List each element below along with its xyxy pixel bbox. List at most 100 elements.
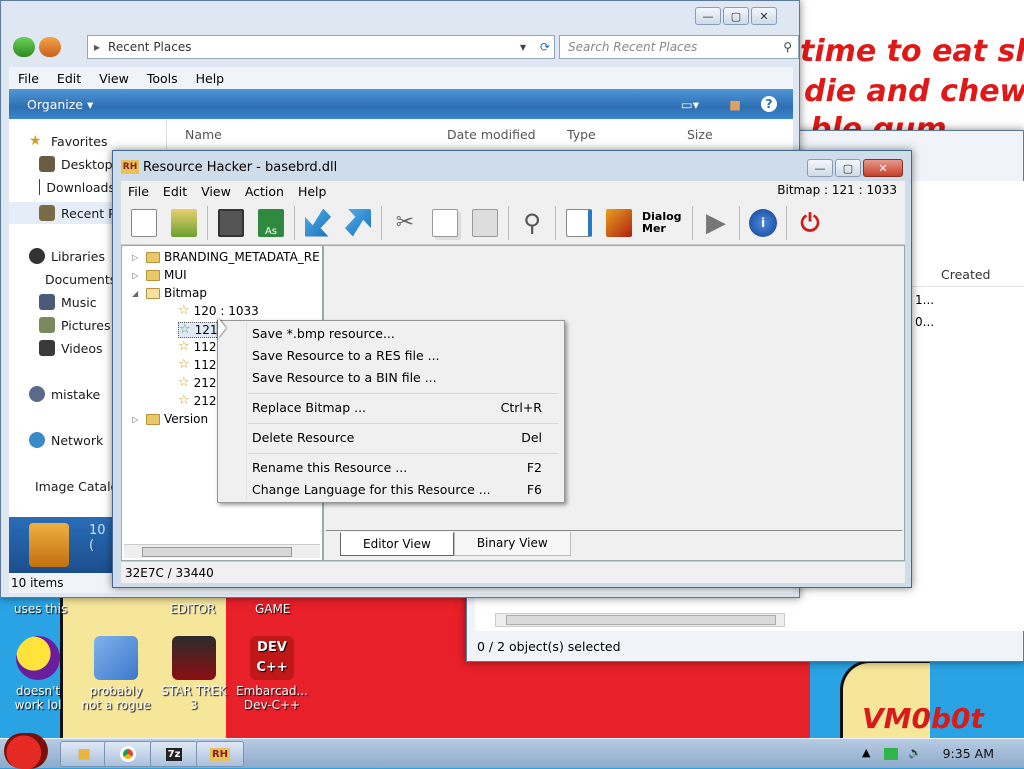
minimize-button[interactable]: — (807, 159, 833, 177)
paste-icon[interactable] (468, 206, 502, 240)
menu-item-save-bmp[interactable]: Save *.bmp resource... (252, 326, 552, 341)
tab-editor-view[interactable]: Editor View (340, 532, 454, 556)
maximize-button[interactable]: ▢ (723, 7, 749, 25)
taskbar-7zip-button[interactable]: 7z (150, 741, 198, 767)
add-image-icon[interactable] (602, 206, 636, 240)
nav-music[interactable]: Music (39, 294, 97, 310)
taskbar-chrome-button[interactable] (104, 741, 152, 767)
tree-item-bitmap[interactable]: ☆ 112 (178, 340, 217, 354)
info-icon[interactable]: i (746, 206, 780, 240)
forward-arrow-icon[interactable] (39, 37, 61, 57)
menu-file[interactable]: File (9, 71, 48, 86)
nav-mistake[interactable]: mistake (29, 386, 100, 402)
tree-node-version[interactable]: ▷ Version (132, 412, 208, 426)
tree-item-bitmap[interactable]: ☆ 120 : 1033 (178, 304, 259, 318)
clock[interactable]: 9:35 AM (943, 746, 994, 761)
column-date-modified[interactable]: Date modified (447, 119, 536, 149)
tree-node-mui[interactable]: ▷ MUI (132, 268, 187, 282)
details-count: 10 ( (89, 523, 106, 553)
minimize-button[interactable]: — (695, 7, 721, 25)
copy-icon[interactable] (428, 206, 462, 240)
preview-pane-icon[interactable]: ■ (729, 97, 741, 112)
desktop-label-game: GAME (255, 602, 291, 616)
horizontal-scrollbar[interactable] (495, 613, 785, 627)
forward-arrow-icon[interactable] (341, 206, 375, 240)
menu-tools[interactable]: Tools (138, 71, 187, 86)
back-arrow-icon[interactable] (301, 206, 335, 240)
help-icon[interactable]: ? (761, 96, 777, 112)
open-file-icon[interactable] (167, 206, 201, 240)
nav-network[interactable]: Network (29, 432, 103, 448)
menu-item-replace-bitmap[interactable]: Replace Bitmap ... Ctrl+R (252, 400, 552, 415)
new-file-icon[interactable] (127, 206, 161, 240)
desktop-icon-star-trek[interactable]: STAR TREK 3 (158, 636, 230, 712)
scrollbar-thumb[interactable] (142, 547, 292, 557)
add-resource-icon[interactable] (562, 206, 596, 240)
desktop-icon-devcpp[interactable]: DEV C++ Embarcad... Dev-C++ (236, 636, 308, 712)
menu-action[interactable]: Action (238, 184, 291, 199)
chevron-down-icon[interactable]: ▾ (520, 40, 526, 54)
nav-documents[interactable]: Documents (39, 271, 115, 287)
expand-arrow-icon[interactable]: ▷ (132, 271, 142, 280)
tree-horizontal-scrollbar[interactable] (124, 544, 320, 558)
back-arrow-icon[interactable] (13, 37, 35, 57)
save-as-icon[interactable]: As (254, 206, 288, 240)
organize-button[interactable]: Organize ▾ (27, 97, 93, 112)
menu-view[interactable]: View (194, 184, 238, 199)
run-script-icon[interactable]: ▶ (699, 206, 733, 240)
tree-node-bitmap[interactable]: ◢ Bitmap (132, 286, 207, 300)
column-created[interactable]: Created (941, 267, 990, 282)
expand-arrow-icon[interactable]: ▷ (132, 253, 142, 262)
save-icon[interactable] (214, 206, 248, 240)
close-button[interactable]: ✕ (751, 7, 777, 25)
expand-arrow-icon[interactable]: ▷ (132, 415, 142, 424)
volume-icon[interactable]: 🔊 (908, 746, 922, 759)
nav-videos[interactable]: Videos (39, 340, 103, 356)
network-tray-icon[interactable] (884, 748, 898, 760)
tree-item-bitmap[interactable]: ☆ 112 (178, 358, 217, 372)
desktop-icon-yahoo[interactable]: doesn't work lol (2, 636, 74, 712)
menu-view[interactable]: View (90, 71, 138, 86)
desktop-icon-computer[interactable]: probably not a rogue (80, 636, 152, 712)
column-size[interactable]: Size (687, 119, 713, 149)
nav-downloads[interactable]: Downloads (39, 179, 115, 195)
tab-binary-view[interactable]: Binary View (453, 532, 571, 556)
menu-edit[interactable]: Edit (156, 184, 194, 199)
refresh-icon[interactable]: ⟳ (540, 40, 550, 54)
taskbar-explorer-button[interactable]: ■ (60, 741, 108, 767)
search-input[interactable]: Search Recent Places ⚲ (559, 35, 799, 59)
menu-help[interactable]: Help (187, 71, 234, 86)
column-type[interactable]: Type (567, 119, 596, 149)
angry-bird-start-icon[interactable] (4, 733, 48, 769)
nav-image-catalog[interactable]: Image Catalog (29, 478, 125, 494)
address-bar[interactable]: ▸ Recent Places ▾ ⟳ (87, 35, 555, 59)
menu-item-delete-resource[interactable]: Delete Resource Del (252, 430, 552, 445)
nav-favorites[interactable]: ★ Favorites (29, 133, 107, 149)
nav-pictures[interactable]: Pictures (39, 317, 111, 333)
menu-item-change-language[interactable]: Change Language for this Resource ... F6 (252, 482, 552, 497)
find-icon[interactable]: ⚲ (515, 206, 549, 240)
menu-item-save-bin[interactable]: Save Resource to a BIN file ... (252, 370, 552, 385)
tree-item-bitmap[interactable]: ☆ 212 (178, 394, 217, 408)
view-options-icon[interactable]: ▭▾ (681, 97, 699, 112)
search-icon[interactable]: ⚲ (783, 40, 792, 54)
nav-desktop[interactable]: Desktop (39, 156, 113, 172)
tree-node-branding[interactable]: ▷ BRANDING_METADATA_RE (132, 250, 320, 264)
power-exit-icon[interactable]: ⏻ (793, 206, 827, 240)
taskbar-resource-hacker-button[interactable]: RH (196, 741, 244, 767)
menu-help[interactable]: Help (291, 184, 334, 199)
menu-item-save-res[interactable]: Save Resource to a RES file ... (252, 348, 552, 363)
menu-item-rename-resource[interactable]: Rename this Resource ... F2 (252, 460, 552, 475)
show-hidden-icons-icon[interactable]: ▲ (862, 746, 870, 759)
tree-item-bitmap[interactable]: ☆ 212 (178, 376, 217, 390)
dialog-merger-button[interactable]: Dialog Mer (642, 206, 686, 240)
maximize-button[interactable]: ▢ (835, 159, 861, 177)
nav-libraries[interactable]: Libraries (29, 248, 105, 264)
collapse-arrow-icon[interactable]: ◢ (132, 289, 142, 298)
scrollbar-thumb[interactable] (506, 615, 776, 625)
cut-icon[interactable]: ✂ (388, 206, 422, 240)
column-name[interactable]: Name (185, 119, 222, 149)
menu-edit[interactable]: Edit (48, 71, 90, 86)
close-button[interactable]: ✕ (863, 159, 903, 177)
menu-file[interactable]: File (121, 184, 156, 199)
